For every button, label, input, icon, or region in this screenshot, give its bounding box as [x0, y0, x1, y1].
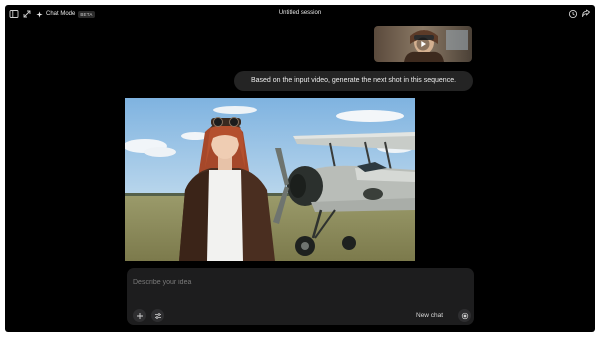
app-window: Chat Mode BETA Untitled session Based on…: [5, 5, 595, 332]
play-icon: [416, 37, 430, 51]
top-bar: Chat Mode BETA Untitled session: [5, 5, 595, 23]
record-button[interactable]: [458, 309, 471, 322]
history-icon[interactable]: [568, 9, 578, 19]
session-title: Untitled session: [278, 10, 322, 16]
record-icon: [461, 307, 469, 325]
generated-image[interactable]: [125, 98, 415, 261]
plus-icon: [136, 307, 144, 325]
prompt-input[interactable]: [133, 276, 463, 288]
user-message: Based on the input video, generate the n…: [234, 71, 473, 91]
input-video-thumbnail[interactable]: [374, 26, 472, 62]
share-icon[interactable]: [581, 9, 591, 19]
new-chat-button[interactable]: New chat: [416, 312, 443, 319]
sliders-icon: [154, 307, 162, 325]
settings-button[interactable]: [151, 309, 164, 322]
add-button[interactable]: [133, 309, 146, 322]
composer: New chat: [127, 268, 474, 325]
